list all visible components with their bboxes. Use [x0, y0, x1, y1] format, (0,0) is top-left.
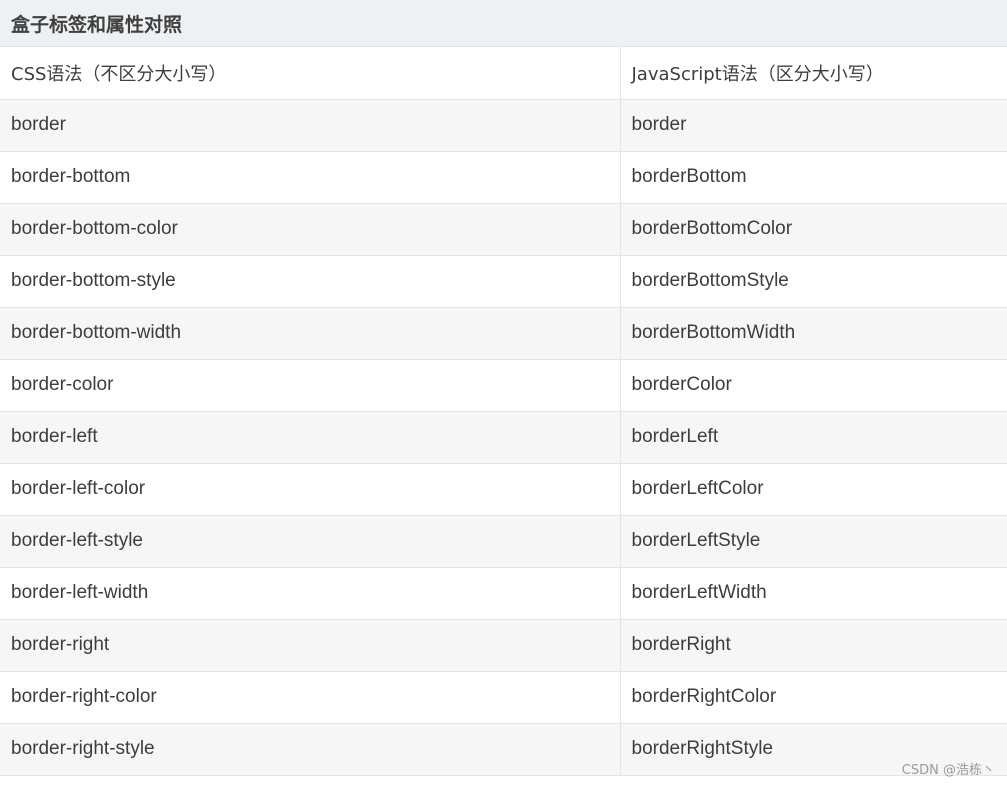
css-property-cell: border-bottom-width [0, 307, 621, 360]
header-js-syntax: JavaScript语法（区分大小写） [620, 47, 1007, 100]
css-property-cell: border-left-width [0, 567, 621, 620]
js-property-cell: borderRightColor [620, 671, 1007, 724]
css-property-cell: border [0, 99, 621, 152]
table-row: border-bottom-width borderBottomWidth [0, 307, 1007, 360]
js-property-cell: borderBottom [620, 151, 1007, 204]
table-row: border-right borderRight [0, 619, 1007, 672]
css-property-cell: border-right-color [0, 671, 621, 724]
js-property-cell: borderBottomStyle [620, 255, 1007, 308]
css-property-cell: border-left [0, 411, 621, 464]
js-property-cell: borderLeftColor [620, 463, 1007, 516]
js-property-cell: borderLeftStyle [620, 515, 1007, 568]
table-row: border-left borderLeft [0, 411, 1007, 464]
css-property-cell: border-left-color [0, 463, 621, 516]
js-property-cell: borderBottomWidth [620, 307, 1007, 360]
table-row: border-left-width borderLeftWidth [0, 567, 1007, 620]
table-row: border-left-color borderLeftColor [0, 463, 1007, 516]
css-property-cell: border-bottom-style [0, 255, 621, 308]
table-row: border border [0, 99, 1007, 152]
css-property-cell: border-left-style [0, 515, 621, 568]
js-property-cell: border [620, 99, 1007, 152]
table-body: border border border-bottom borderBottom bor… [0, 99, 1007, 776]
table-header-row: CSS语法（不区分大小写） JavaScript语法（区分大小写） [0, 47, 1007, 100]
table-row: border-right-color borderRightColor [0, 671, 1007, 724]
table-row: border-bottom borderBottom [0, 151, 1007, 204]
table-caption: 盒子标签和属性对照 [0, 0, 1007, 47]
css-property-cell: border-right-style [0, 723, 621, 776]
css-property-cell: border-right [0, 619, 621, 672]
header-css-syntax: CSS语法（不区分大小写） [0, 47, 621, 100]
table-row: border-right-style borderRightStyle [0, 723, 1007, 776]
js-property-cell: borderLeft [620, 411, 1007, 464]
css-property-cell: border-bottom [0, 151, 621, 204]
js-property-cell: borderBottomColor [620, 203, 1007, 256]
table-row: border-color borderColor [0, 359, 1007, 412]
table-row: border-left-style borderLeftStyle [0, 515, 1007, 568]
js-property-cell: borderLeftWidth [620, 567, 1007, 620]
watermark: CSDN @浩栋丶 [901, 763, 995, 778]
css-property-cell: border-bottom-color [0, 203, 621, 256]
css-property-cell: border-color [0, 359, 621, 412]
table-row: border-bottom-style borderBottomStyle [0, 255, 1007, 308]
css-js-property-table: CSS语法（不区分大小写） JavaScript语法（区分大小写） border… [0, 47, 1007, 776]
table-row: border-bottom-color borderBottomColor [0, 203, 1007, 256]
js-property-cell: borderRight [620, 619, 1007, 672]
js-property-cell: borderColor [620, 359, 1007, 412]
